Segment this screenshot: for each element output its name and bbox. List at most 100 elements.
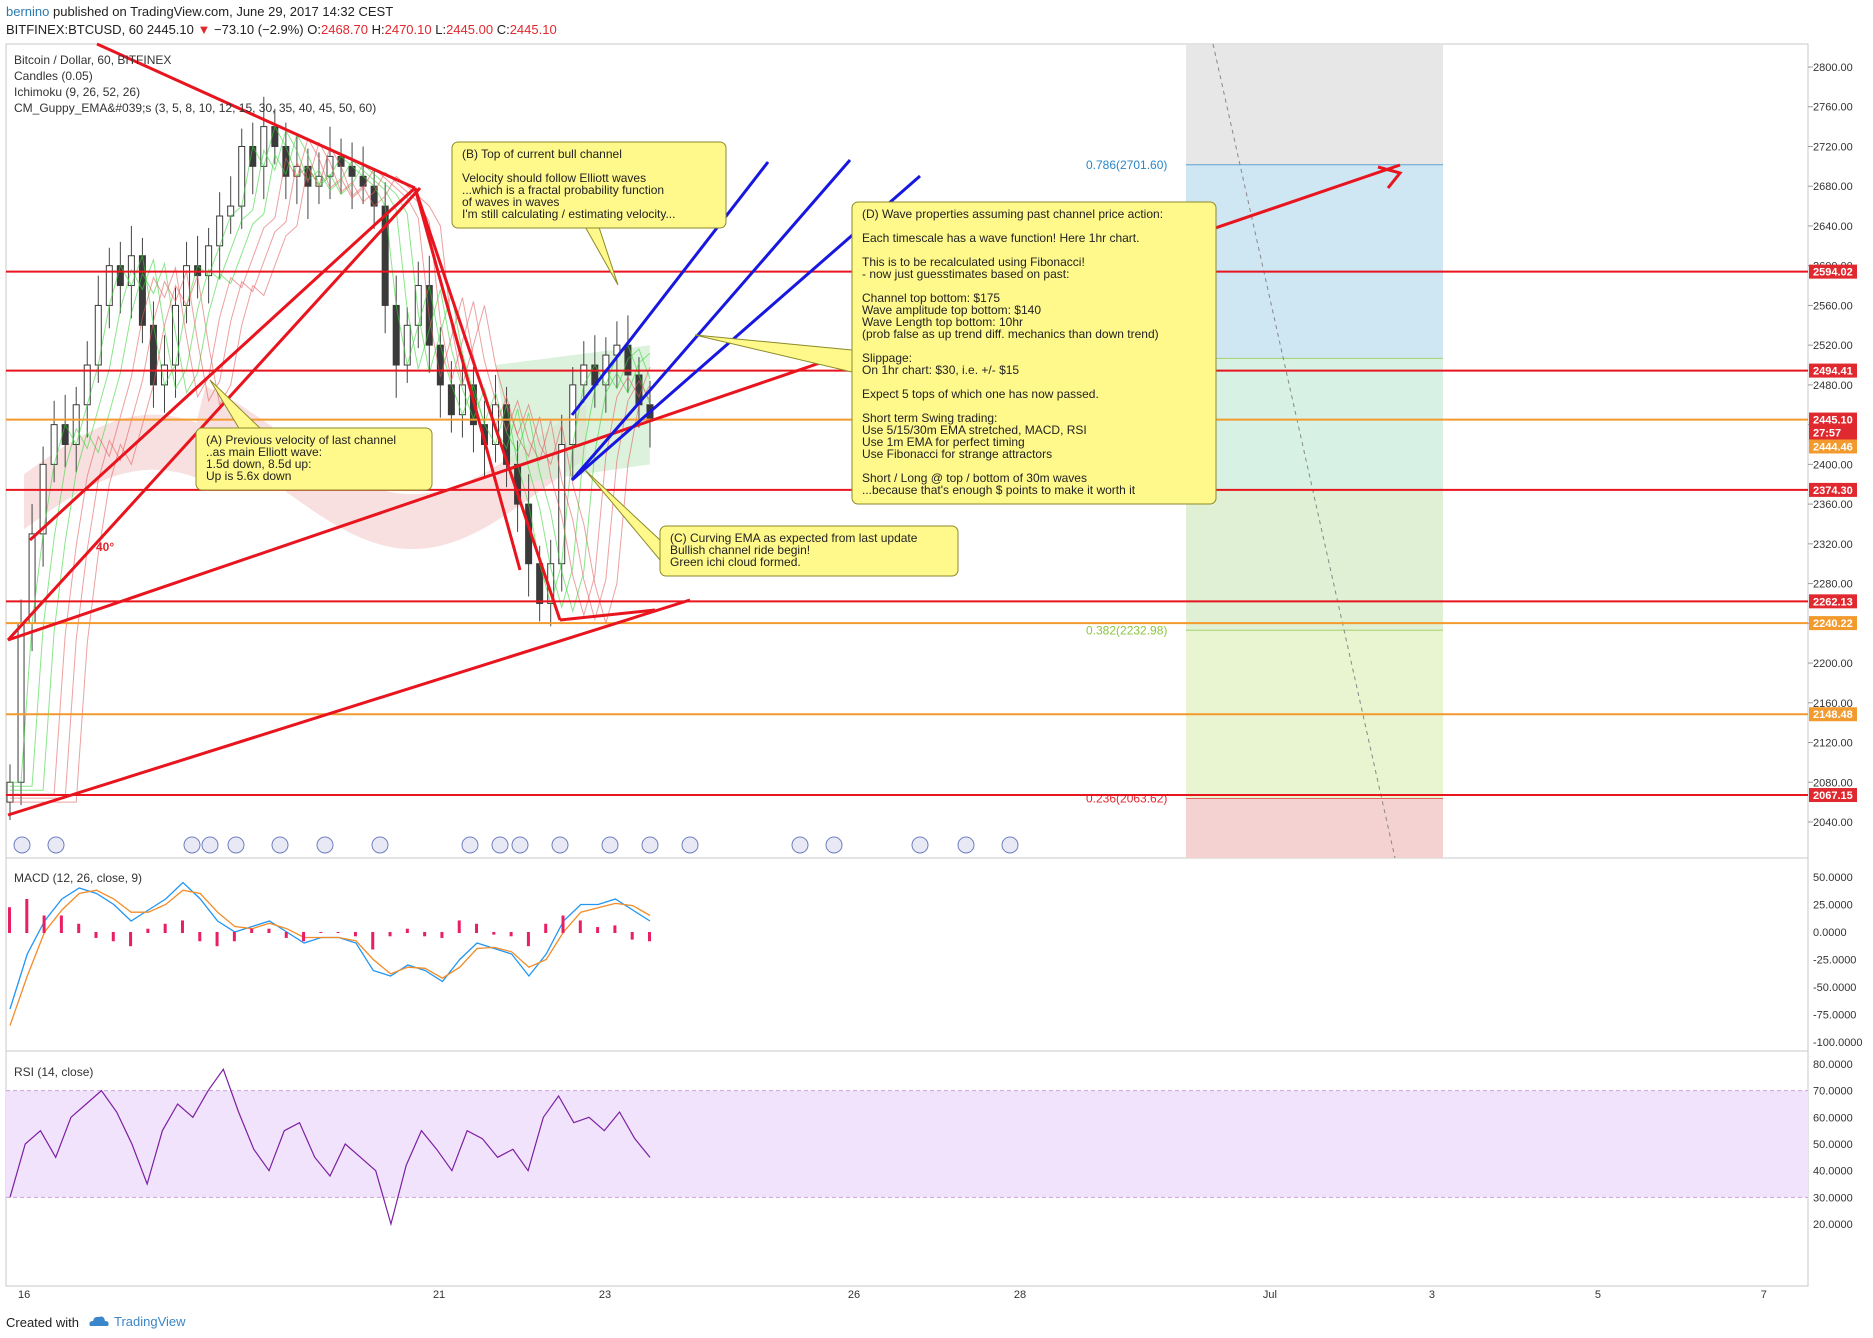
macd-bar bbox=[457, 920, 461, 933]
legend-line: CM_Guppy_EMA&#039;s (3, 5, 8, 10, 12, 15… bbox=[14, 101, 376, 115]
time-tick-label: Jul bbox=[1263, 1289, 1277, 1301]
macd-bar bbox=[25, 899, 29, 933]
legend-line: Ichimoku (9, 26, 52, 26) bbox=[14, 85, 140, 99]
callout-text: ...because that's enough $ points to mak… bbox=[862, 483, 1136, 497]
event-flag-icon bbox=[681, 836, 699, 854]
macd-tick-label: 50.0000 bbox=[1813, 872, 1853, 884]
time-tick-label: 7 bbox=[1761, 1289, 1767, 1301]
rsi-tick-label: 50.0000 bbox=[1813, 1139, 1853, 1151]
macd-bar bbox=[180, 920, 184, 933]
legend-line: Bitcoin / Dollar, 60, BITFINEX bbox=[14, 53, 171, 67]
price-tag-label: 2374.30 bbox=[1813, 485, 1853, 497]
callout-text: I'm still calculating / estimating veloc… bbox=[462, 207, 675, 221]
rsi-title: RSI (14, close) bbox=[14, 1065, 93, 1079]
macd-tick-label: 0.0000 bbox=[1813, 927, 1847, 939]
rsi-tick-label: 70.0000 bbox=[1813, 1086, 1853, 1098]
price-tick-label: 2080.00 bbox=[1813, 777, 1853, 789]
time-tick-label: 16 bbox=[18, 1289, 30, 1301]
callout-text: Use Fibonacci for strange attractors bbox=[862, 447, 1052, 461]
macd-tick-label: -100.0000 bbox=[1813, 1037, 1863, 1049]
price-tag-label: 27:57 bbox=[1813, 428, 1841, 440]
callout-text: Each timescale has a wave function! Here… bbox=[862, 231, 1139, 245]
macd-bar bbox=[509, 932, 513, 937]
time-tick-label: 21 bbox=[433, 1289, 445, 1301]
price-tick-label: 2360.00 bbox=[1813, 499, 1853, 511]
price-tick-label: 2720.00 bbox=[1813, 141, 1853, 153]
tradingview-logo[interactable]: TradingView bbox=[88, 1314, 186, 1329]
macd-bar bbox=[302, 932, 306, 942]
event-flag-icon bbox=[201, 836, 219, 854]
macd-bar bbox=[59, 915, 63, 933]
macd-bar bbox=[371, 932, 375, 950]
callout-text: (B) Top of current bull channel bbox=[462, 147, 622, 161]
macd-bar bbox=[284, 932, 288, 938]
time-tick-label: 26 bbox=[848, 1289, 860, 1301]
event-flag-icon bbox=[227, 836, 245, 854]
price-tick-label: 2120.00 bbox=[1813, 738, 1853, 750]
rsi-tick-label: 60.0000 bbox=[1813, 1112, 1853, 1124]
price-tick-label: 2400.00 bbox=[1813, 459, 1853, 471]
macd-bar bbox=[440, 932, 444, 938]
price-tick-label: 2040.00 bbox=[1813, 817, 1853, 829]
macd-tick-label: 25.0000 bbox=[1813, 900, 1853, 912]
time-tick-label: 3 bbox=[1429, 1289, 1435, 1301]
callout-text: Expect 5 tops of which one has now passe… bbox=[862, 387, 1099, 401]
price-tick-label: 2200.00 bbox=[1813, 658, 1853, 670]
angle-label: 40° bbox=[96, 540, 114, 554]
macd-bar bbox=[596, 927, 600, 933]
macd-bar bbox=[423, 932, 427, 937]
price-tick-label: 2480.00 bbox=[1813, 380, 1853, 392]
macd-title: MACD (12, 26, close, 9) bbox=[14, 871, 142, 885]
fib-zone-618-500 bbox=[1186, 358, 1443, 490]
macd-pane bbox=[5, 857, 1809, 1052]
event-flag-icon bbox=[911, 836, 929, 854]
macd-tick-label: -75.0000 bbox=[1813, 1010, 1856, 1022]
price-tick-label: 2280.00 bbox=[1813, 579, 1853, 591]
event-flag-icon bbox=[1001, 836, 1019, 854]
event-flag-icon bbox=[371, 836, 389, 854]
price-tag-label: 2262.13 bbox=[1813, 596, 1853, 608]
event-flag-icon bbox=[491, 836, 509, 854]
price-tag-label: 2494.41 bbox=[1813, 366, 1853, 378]
callout-text: Green ichi cloud formed. bbox=[670, 555, 801, 569]
macd-bar bbox=[146, 928, 150, 933]
fib-zone-top bbox=[1186, 44, 1443, 165]
event-flag-icon bbox=[957, 836, 975, 854]
price-tag-label: 2067.15 bbox=[1813, 790, 1853, 802]
macd-bar bbox=[198, 932, 202, 942]
rsi-band bbox=[6, 1090, 1808, 1198]
price-tag-label: 2240.22 bbox=[1813, 618, 1853, 630]
price-tag-label: 2444.46 bbox=[1813, 441, 1853, 453]
macd-bar bbox=[77, 923, 81, 933]
price-tag-label: 2445.10 bbox=[1813, 415, 1853, 427]
macd-bar bbox=[215, 932, 219, 947]
callout-text: (prob false as up trend diff. mechanics … bbox=[862, 327, 1159, 341]
macd-bar bbox=[319, 932, 323, 933]
macd-bar bbox=[267, 928, 271, 933]
macd-bar bbox=[8, 907, 11, 933]
fib-label: 0.786(2701.60) bbox=[1086, 158, 1167, 172]
fib-label: 0.236(2063.62) bbox=[1086, 792, 1167, 806]
macd-bar bbox=[388, 932, 392, 937]
macd-bar bbox=[405, 928, 409, 933]
candle-body bbox=[6, 781, 14, 803]
callout-text: Up is 5.6x down bbox=[206, 469, 291, 483]
chart-canvas[interactable]: 0.786(2701.60)0.618(2506.72)0.382(2232.9… bbox=[0, 0, 1873, 1310]
macd-bar bbox=[578, 920, 582, 933]
macd-bar bbox=[630, 932, 634, 940]
legend-line: Candles (0.05) bbox=[14, 69, 93, 83]
event-flag-icon bbox=[825, 836, 843, 854]
event-flag-icon bbox=[551, 836, 569, 854]
macd-tick-label: -25.0000 bbox=[1813, 955, 1856, 967]
event-flag-icon bbox=[791, 836, 809, 854]
macd-tick-label: -50.0000 bbox=[1813, 982, 1856, 994]
macd-bar bbox=[94, 932, 98, 938]
callout-text: - now just guesstimates based on past: bbox=[862, 267, 1069, 281]
time-tick-label: 23 bbox=[599, 1289, 611, 1301]
macd-bar bbox=[232, 932, 236, 942]
macd-bar bbox=[475, 923, 479, 933]
price-tick-label: 2800.00 bbox=[1813, 62, 1853, 74]
footer: Created with TradingView bbox=[0, 1310, 1873, 1338]
rsi-tick-label: 30.0000 bbox=[1813, 1192, 1853, 1204]
price-tick-label: 2560.00 bbox=[1813, 300, 1853, 312]
